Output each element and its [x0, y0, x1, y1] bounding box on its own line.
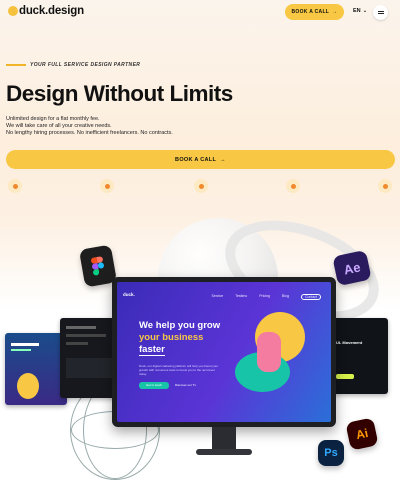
book-a-call-header-button[interactable]: BOOK A CALL → — [285, 4, 344, 20]
mockup-nav-item: Service — [211, 294, 224, 298]
photoshop-icon: Ps — [318, 440, 344, 466]
lightbulb-illustration — [17, 373, 39, 399]
mockup-screen-left — [5, 333, 67, 405]
book-a-call-button[interactable]: BOOK A CALL → — [6, 150, 395, 169]
mockup-headline-highlight: your business — [139, 332, 204, 343]
mockup-headline: We help you grow your business faster — [139, 320, 249, 356]
arrow-right-icon: → — [332, 9, 338, 15]
arrow-right-icon: → — [220, 156, 226, 163]
mockup-illustration — [235, 312, 305, 392]
mockup-logo: duck. — [123, 292, 135, 297]
hero-description: Unlimited design for a flat monthly fee.… — [6, 116, 173, 138]
hamburger-line — [377, 13, 384, 15]
mockup-subtext: Duck, our digital marketing platform wil… — [139, 364, 219, 376]
mockup-nav-contact: Contact — [300, 294, 321, 300]
logo[interactable]: duck.design — [8, 5, 84, 17]
dribbble-icon[interactable] — [8, 179, 22, 193]
instagram-icon[interactable] — [286, 179, 300, 193]
mockup-cta-primary: Get in touch — [139, 382, 169, 389]
illustrator-icon: Ai — [345, 417, 379, 451]
mockup-nav: Service Testimo Pricing Blog Contact — [211, 294, 321, 300]
mockup-headline-line: We help you grow — [139, 320, 221, 331]
language-label: EN — [353, 8, 361, 14]
book-a-call-label: BOOK A CALL — [175, 156, 217, 163]
chevron-down-icon: ⌄ — [362, 8, 368, 14]
menu-button[interactable] — [373, 5, 388, 20]
tagline: YOUR FULL SERVICE DESIGN PARTNER — [6, 62, 140, 68]
mockup-screen-right: UL Movement — [332, 318, 388, 394]
language-selector[interactable]: EN ⌄ — [353, 8, 367, 14]
mockup-nav-item: Blog — [281, 294, 289, 298]
description-line: We will take care of all your creative n… — [6, 123, 112, 130]
mockup-headline-underlined: faster — [139, 344, 165, 356]
logo-text: duck.design — [19, 5, 84, 17]
description-line: No lengthy hiring processes. No ineffici… — [6, 130, 173, 137]
youtube-icon[interactable] — [378, 179, 392, 193]
mockup-nav-item: Testimo — [235, 294, 248, 298]
monitor-mockup: duck. Service Testimo Pricing Blog Conta… — [112, 277, 336, 427]
book-a-call-header-label: BOOK A CALL — [291, 9, 330, 15]
monitor-neck — [212, 427, 236, 451]
tagline-line — [6, 64, 26, 66]
mockup-nav-item: Pricing — [259, 294, 270, 298]
duck-logo-icon — [8, 6, 18, 16]
page-title: Design Without Limits — [6, 81, 233, 106]
monitor-stand — [196, 449, 252, 455]
mockup-cta-secondary: Discover our Tx — [175, 383, 196, 387]
monitor-display: duck. Service Testimo Pricing Blog Conta… — [117, 282, 331, 422]
behance-icon[interactable] — [100, 179, 114, 193]
tagline-text: YOUR FULL SERVICE DESIGN PARTNER — [30, 62, 141, 68]
description-line: Unlimited design for a flat monthly fee. — [6, 116, 100, 122]
producthunt-icon[interactable] — [194, 179, 208, 193]
mockup-screen-right-title: UL Movement — [336, 340, 363, 345]
hamburger-icon — [377, 10, 384, 12]
